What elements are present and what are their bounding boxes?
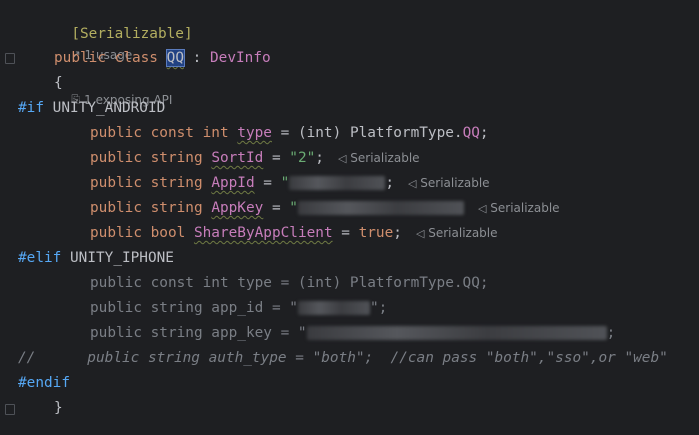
unity-android-symbol: UNITY_ANDROID: [52, 100, 166, 116]
elif-directive: #elif: [18, 250, 62, 266]
unity-serializable-icon: ◁: [415, 227, 425, 240]
class-name-qq[interactable]: QQ: [165, 49, 186, 67]
redacted-value: [289, 176, 386, 190]
field-modifiers: public string: [90, 150, 203, 166]
inactive-code: public string app_id = ": [90, 300, 298, 316]
field-name[interactable]: type: [237, 125, 272, 141]
platform-qq: QQ: [462, 125, 480, 141]
field-name[interactable]: SortId: [211, 150, 263, 166]
serializable-hint: Serializable: [490, 201, 560, 215]
serializable-hint: Serializable: [350, 151, 420, 165]
commented-code: // public string auth_type = "both"; //c…: [18, 350, 668, 366]
string-open-quote: ": [280, 175, 290, 191]
inactive-code: public const int type = (int) PlatformTy…: [90, 275, 489, 291]
code-line-class-declaration[interactable]: public class QQ : DevInfo: [54, 46, 271, 71]
semicolon: ;: [479, 125, 489, 141]
endif-directive: #endif: [18, 375, 70, 391]
field-name[interactable]: AppId: [211, 175, 254, 191]
code-line-inactive[interactable]: public string app_key = ";: [90, 321, 615, 346]
field-modifiers: public const int: [90, 125, 229, 141]
code-line-comment[interactable]: // public string auth_type = "both"; //c…: [18, 346, 668, 371]
assign-cast: = (int): [271, 125, 350, 141]
field-modifiers: public bool: [90, 225, 186, 241]
assign: =: [254, 175, 281, 191]
string-open-quote: ": [289, 200, 298, 216]
bool-value: true: [358, 225, 394, 241]
code-line-close-brace[interactable]: }: [54, 396, 63, 421]
code-line-inactive[interactable]: public string app_id = " ";: [90, 296, 387, 321]
close-brace: }: [54, 400, 63, 416]
code-line-endif-directive[interactable]: #endif: [18, 371, 70, 396]
inactive-code-tail: ;: [606, 325, 616, 341]
platform-type: PlatformType.: [349, 125, 463, 141]
code-line-open-brace[interactable]: {: [54, 71, 63, 96]
semicolon: ;: [385, 175, 394, 191]
assign: =: [263, 150, 290, 166]
code-line-field-type[interactable]: public const int type = (int) PlatformTy…: [90, 121, 489, 146]
redacted-value: [297, 201, 464, 215]
code-line-if-directive[interactable]: #if UNITY_ANDROID: [18, 96, 165, 121]
code-line-annotation[interactable]: [Serializable]: [54, 0, 192, 42]
class-keyword: class: [114, 50, 158, 66]
semicolon: ;: [315, 150, 324, 166]
code-line-elif-directive[interactable]: #elif UNITY_IPHONE: [18, 246, 174, 271]
serializable-hint: Serializable: [428, 226, 498, 240]
field-name[interactable]: ShareByAppClient: [194, 225, 333, 241]
inactive-code-tail: ";: [369, 300, 388, 316]
unity-serializable-icon: ◁: [337, 152, 347, 165]
assign: =: [263, 200, 290, 216]
semicolon: ;: [393, 225, 402, 241]
public-keyword: public: [54, 50, 106, 66]
string-value: "2": [289, 150, 316, 166]
code-line-field-appid[interactable]: public string AppId = "; ◁ Serializable: [90, 171, 490, 196]
fold-marker-icon[interactable]: [5, 404, 15, 415]
unity-serializable-icon: ◁: [477, 202, 487, 215]
open-brace: {: [54, 75, 63, 91]
field-modifiers: public string: [90, 175, 203, 191]
fold-marker-icon[interactable]: [5, 53, 15, 64]
if-directive: #if: [18, 100, 44, 116]
redacted-value: [297, 301, 370, 315]
serializable-hint: Serializable: [420, 176, 490, 190]
code-line-field-appkey[interactable]: public string AppKey = " ◁ Serializable: [90, 196, 560, 221]
unity-serializable-icon: ◁: [407, 177, 417, 190]
field-name[interactable]: AppKey: [211, 200, 263, 216]
code-line-field-sharebyappclient[interactable]: public bool ShareByAppClient = true; ◁ Se…: [90, 221, 498, 246]
inactive-code: public string app_key = ": [90, 325, 307, 341]
code-line-field-sortid[interactable]: public string SortId = "2"; ◁ Serializabl…: [90, 146, 420, 171]
usages-hint[interactable]: ↗ 1 usage ⎘ 1 exposing API: [54, 21, 172, 107]
editor-gutter: [0, 0, 18, 435]
unity-iphone-symbol: UNITY_IPHONE: [70, 250, 174, 266]
assign: =: [332, 225, 359, 241]
base-class-devinfo[interactable]: DevInfo: [210, 50, 271, 66]
code-line-inactive[interactable]: public const int type = (int) PlatformTy…: [90, 271, 489, 296]
field-modifiers: public string: [90, 200, 203, 216]
redacted-value: [306, 326, 607, 340]
colon: :: [192, 50, 202, 66]
